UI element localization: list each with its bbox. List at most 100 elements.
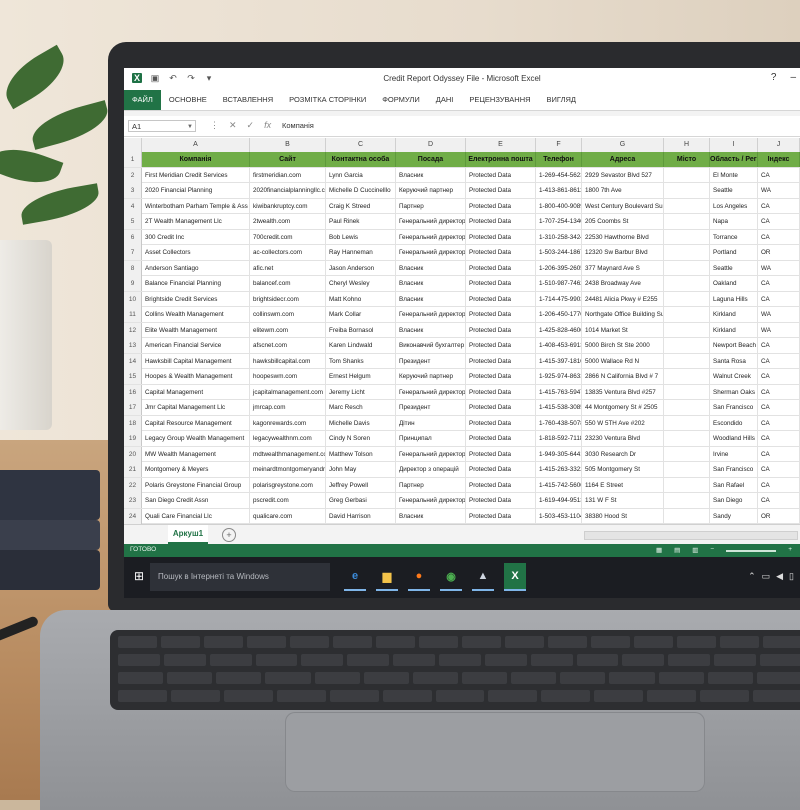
table-cell[interactable]: CA [758, 338, 800, 353]
table-cell[interactable]: Власник [396, 508, 466, 524]
chevron-up-icon[interactable]: ⌃ [748, 571, 756, 582]
table-cell[interactable]: San Francisco [710, 400, 758, 415]
table-cell[interactable]: Керуючий партнер [396, 369, 466, 384]
row-number[interactable]: 21 [124, 462, 142, 477]
table-cell[interactable]: Matt Kohno [326, 291, 396, 307]
table-cell[interactable]: West Century Boulevard Suite [582, 198, 664, 214]
table-cell[interactable]: Paul Rinek [326, 214, 396, 229]
tab-formulas[interactable]: ФОРМУЛИ [374, 90, 428, 110]
table-cell[interactable]: MW Wealth Management [142, 446, 250, 462]
table-cell[interactable] [664, 338, 710, 353]
table-cell[interactable] [664, 369, 710, 384]
header-cell[interactable]: Контактна особа [326, 152, 396, 167]
table-cell[interactable]: Napa [710, 214, 758, 229]
column-header-i[interactable]: I [710, 138, 758, 152]
row-number[interactable]: 11 [124, 307, 142, 322]
table-cell[interactable]: 24481 Alicia Pkwy # E255 [582, 291, 664, 307]
table-cell[interactable]: Walnut Creek [710, 369, 758, 384]
table-cell[interactable]: Asset Collectors [142, 245, 250, 260]
table-cell[interactable]: 131 W F St [582, 493, 664, 508]
table-cell[interactable]: CA [758, 229, 800, 245]
header-cell[interactable]: Посада [396, 152, 466, 167]
table-cell[interactable]: OR [758, 245, 800, 260]
table-cell[interactable]: Protected Data [466, 322, 536, 338]
table-cell[interactable] [664, 431, 710, 446]
table-cell[interactable] [664, 477, 710, 493]
photos-icon[interactable]: ▲ [472, 563, 494, 591]
table-cell[interactable]: Craig K Streed [326, 198, 396, 214]
page-layout-view-icon[interactable]: ▤ [674, 546, 680, 554]
table-cell[interactable]: 1-760-438-5078 [536, 415, 582, 431]
column-header-j[interactable]: J [758, 138, 800, 152]
table-cell[interactable]: Protected Data [466, 276, 536, 291]
table-cell[interactable]: San Rafael [710, 477, 758, 493]
table-cell[interactable]: 22530 Hawthorne Blvd [582, 229, 664, 245]
table-cell[interactable]: 1-714-475-9903 [536, 291, 582, 307]
table-cell[interactable]: First Meridian Credit Services [142, 167, 250, 183]
table-cell[interactable]: elitewm.com [250, 322, 326, 338]
table-cell[interactable]: Matthew Tolson [326, 446, 396, 462]
table-cell[interactable]: Polaris Greystone Financial Group [142, 477, 250, 493]
table-cell[interactable]: Collins Wealth Management [142, 307, 250, 322]
table-cell[interactable]: 1-206-450-1770 [536, 307, 582, 322]
table-cell[interactable]: John May [326, 462, 396, 477]
table-cell[interactable]: firstmeridian.com [250, 167, 326, 183]
table-cell[interactable]: 300 Credit Inc [142, 229, 250, 245]
table-cell[interactable]: CA [758, 276, 800, 291]
table-cell[interactable]: 23230 Ventura Blvd [582, 431, 664, 446]
table-cell[interactable]: Sherman Oaks [710, 384, 758, 400]
table-cell[interactable]: Laguna Hills [710, 291, 758, 307]
table-cell[interactable] [664, 508, 710, 524]
table-cell[interactable]: Protected Data [466, 493, 536, 508]
table-cell[interactable] [664, 384, 710, 400]
table-cell[interactable]: 1-503-453-1104 [536, 508, 582, 524]
table-cell[interactable]: 1-415-538-3085 [536, 400, 582, 415]
table-cell[interactable]: Jeremy Licht [326, 384, 396, 400]
row-number[interactable]: 18 [124, 415, 142, 431]
table-cell[interactable] [664, 245, 710, 260]
table-cell[interactable]: 2929 Sevastor Blvd 527 [582, 167, 664, 183]
header-cell[interactable]: Сайт [250, 152, 326, 167]
table-cell[interactable]: 38380 Hood St [582, 508, 664, 524]
table-cell[interactable]: balancef.com [250, 276, 326, 291]
table-cell[interactable]: WA [758, 183, 800, 198]
row-number[interactable]: 10 [124, 291, 142, 307]
file-explorer-icon[interactable]: ▆ [376, 563, 398, 591]
header-cell[interactable]: Електронна пошта [466, 152, 536, 167]
table-cell[interactable]: Legacy Group Wealth Management [142, 431, 250, 446]
chevron-down-icon[interactable]: ▼ [187, 121, 193, 133]
table-cell[interactable]: San Diego [710, 493, 758, 508]
table-cell[interactable]: Elite Wealth Management [142, 322, 250, 338]
table-cell[interactable]: OR [758, 508, 800, 524]
table-cell[interactable]: Ray Hanneman [326, 245, 396, 260]
edge-icon[interactable]: e [344, 563, 366, 591]
table-cell[interactable]: 5000 Wallace Rd N [582, 353, 664, 369]
table-cell[interactable]: 1-818-592-7118 [536, 431, 582, 446]
row-number[interactable]: 20 [124, 446, 142, 462]
table-cell[interactable]: 1-415-397-1810 [536, 353, 582, 369]
chrome-icon[interactable]: ◉ [440, 563, 462, 591]
table-cell[interactable]: 1-206-395-2605 [536, 260, 582, 276]
table-cell[interactable]: Cindy N Soren [326, 431, 396, 446]
table-cell[interactable]: Protected Data [466, 245, 536, 260]
table-cell[interactable]: Jeffrey Powell [326, 477, 396, 493]
volume-icon[interactable]: ◀ [776, 571, 783, 582]
table-cell[interactable]: Protected Data [466, 369, 536, 384]
table-cell[interactable]: Protected Data [466, 353, 536, 369]
table-cell[interactable]: CA [758, 198, 800, 214]
table-cell[interactable]: 3030 Research Dr [582, 446, 664, 462]
select-all-corner[interactable] [124, 138, 142, 152]
table-cell[interactable]: Protected Data [466, 260, 536, 276]
table-cell[interactable]: Protected Data [466, 415, 536, 431]
table-cell[interactable]: Protected Data [466, 477, 536, 493]
table-cell[interactable]: Mark Collar [326, 307, 396, 322]
table-cell[interactable]: Jason Anderson [326, 260, 396, 276]
windows-start-icon[interactable]: ⊞ [132, 569, 146, 583]
table-cell[interactable]: Capital Management [142, 384, 250, 400]
table-cell[interactable]: CA [758, 384, 800, 400]
table-cell[interactable]: David Harrison [326, 508, 396, 524]
battery-icon[interactable]: ▯ [789, 571, 794, 582]
row-number[interactable]: 4 [124, 198, 142, 214]
table-cell[interactable]: Принципал [396, 431, 466, 446]
row-number[interactable]: 3 [124, 183, 142, 198]
